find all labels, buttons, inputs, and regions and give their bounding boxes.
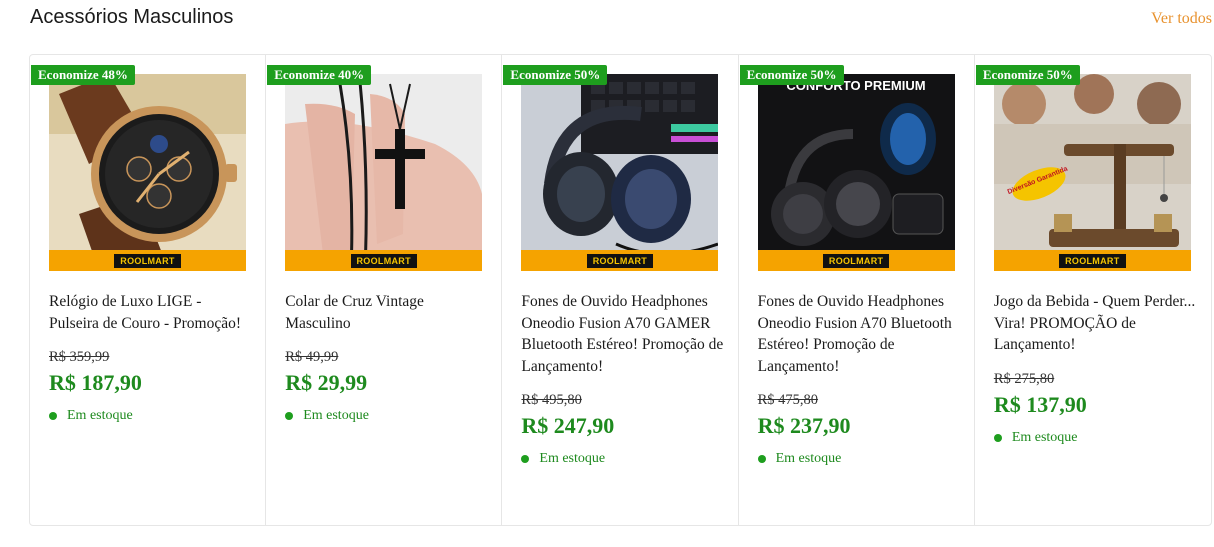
product-name[interactable]: Fones de Ouvido Headphones Oneodio Fusio… bbox=[521, 291, 726, 377]
brand-bar: ROOLMART bbox=[521, 250, 719, 271]
product-name[interactable]: Jogo da Bebida - Quem Perder... Vira! PR… bbox=[994, 291, 1199, 356]
old-price: R$ 275,80 bbox=[993, 370, 1055, 387]
price: R$ 237,90 bbox=[757, 413, 851, 438]
section-title: Acessórios Masculinos bbox=[30, 6, 234, 28]
stock-dot-icon bbox=[285, 412, 294, 420]
product-card[interactable]: Economize 40% ROOLMART Colar de Cruz Vin… bbox=[266, 55, 503, 525]
product-name[interactable]: Fones de Ouvido Headphones Oneodio Fusio… bbox=[758, 291, 963, 377]
product-image-necklace[interactable]: ROOLMART bbox=[285, 74, 483, 271]
product-card[interactable]: Economize 50% ROOLMART Fones de Ouvido H… bbox=[502, 55, 739, 525]
product-card[interactable]: Economize 50% Diversão Garantida ROOLMAR… bbox=[975, 55, 1211, 525]
old-price: R$ 359,99 bbox=[49, 349, 110, 365]
price: R$ 187,90 bbox=[49, 370, 142, 395]
old-price: R$ 495,80 bbox=[521, 392, 582, 408]
product-card[interactable]: Economize 48% ROOLMART Relógio de Luxo L… bbox=[30, 55, 267, 525]
stock-label: Em estoque bbox=[539, 451, 606, 466]
product-image-drinking-game[interactable]: Diversão Garantida ROOLMART bbox=[993, 74, 1191, 271]
brand-bar: ROOLMART bbox=[757, 250, 955, 271]
drinking-game-image: Diversão Garantida bbox=[993, 74, 1191, 271]
stock-label: Em estoque bbox=[67, 408, 133, 423]
brand-logo: ROOLMART bbox=[1059, 253, 1126, 268]
brand-bar: ROOLMART bbox=[993, 250, 1191, 271]
brand-bar: ROOLMART bbox=[49, 250, 246, 271]
stock-status: Em estoque bbox=[757, 451, 963, 467]
product-image-watch[interactable]: ROOLMART bbox=[49, 74, 246, 271]
brand-logo: ROOLMART bbox=[350, 253, 417, 268]
necklace-image bbox=[285, 74, 483, 271]
stock-label: Em estoque bbox=[775, 451, 842, 466]
stock-dot-icon bbox=[757, 455, 766, 463]
product-image-headphones-premium[interactable]: CONFORTO PREMIUM ROOLMART bbox=[757, 74, 955, 271]
stock-status: Em estoque bbox=[521, 451, 726, 467]
stock-status: Em estoque bbox=[285, 408, 490, 424]
discount-badge: Economize 48% bbox=[31, 65, 135, 85]
watch-image bbox=[49, 74, 246, 271]
price: R$ 29,99 bbox=[285, 370, 368, 395]
product-card[interactable]: Economize 50% CONFORTO PREMIUM ROOLMART … bbox=[739, 55, 975, 525]
product-grid: Economize 48% ROOLMART Relógio de Luxo L… bbox=[29, 54, 1212, 526]
product-image-headphones-gamer[interactable]: ROOLMART bbox=[521, 74, 719, 271]
stock-label: Em estoque bbox=[1011, 429, 1078, 445]
discount-badge: Economize 50% bbox=[739, 65, 844, 85]
discount-badge: Economize 40% bbox=[267, 65, 372, 85]
headphones-premium-image: CONFORTO PREMIUM bbox=[757, 74, 955, 271]
discount-badge: Economize 50% bbox=[503, 65, 608, 85]
price: R$ 247,90 bbox=[521, 413, 615, 438]
old-price: R$ 49,99 bbox=[285, 349, 339, 365]
brand-logo: ROOLMART bbox=[586, 253, 654, 268]
discount-badge: Economize 50% bbox=[975, 65, 1080, 85]
see-all-link[interactable]: Ver todos bbox=[1151, 10, 1212, 28]
brand-logo: ROOLMART bbox=[114, 253, 181, 268]
price: R$ 137,90 bbox=[993, 391, 1087, 417]
stock-dot-icon bbox=[993, 433, 1002, 442]
product-name[interactable]: Colar de Cruz Vintage Masculino bbox=[285, 291, 490, 334]
stock-status: Em estoque bbox=[49, 408, 254, 424]
product-name[interactable]: Relógio de Luxo LIGE - Pulseira de Couro… bbox=[49, 291, 254, 334]
old-price: R$ 475,80 bbox=[757, 392, 819, 408]
brand-logo: ROOLMART bbox=[822, 253, 890, 268]
stock-status: Em estoque bbox=[993, 429, 1199, 446]
headphones-image bbox=[521, 74, 719, 271]
brand-bar: ROOLMART bbox=[285, 250, 483, 271]
stock-dot-icon bbox=[521, 455, 530, 463]
stock-dot-icon bbox=[49, 412, 57, 420]
stock-label: Em estoque bbox=[303, 408, 369, 423]
